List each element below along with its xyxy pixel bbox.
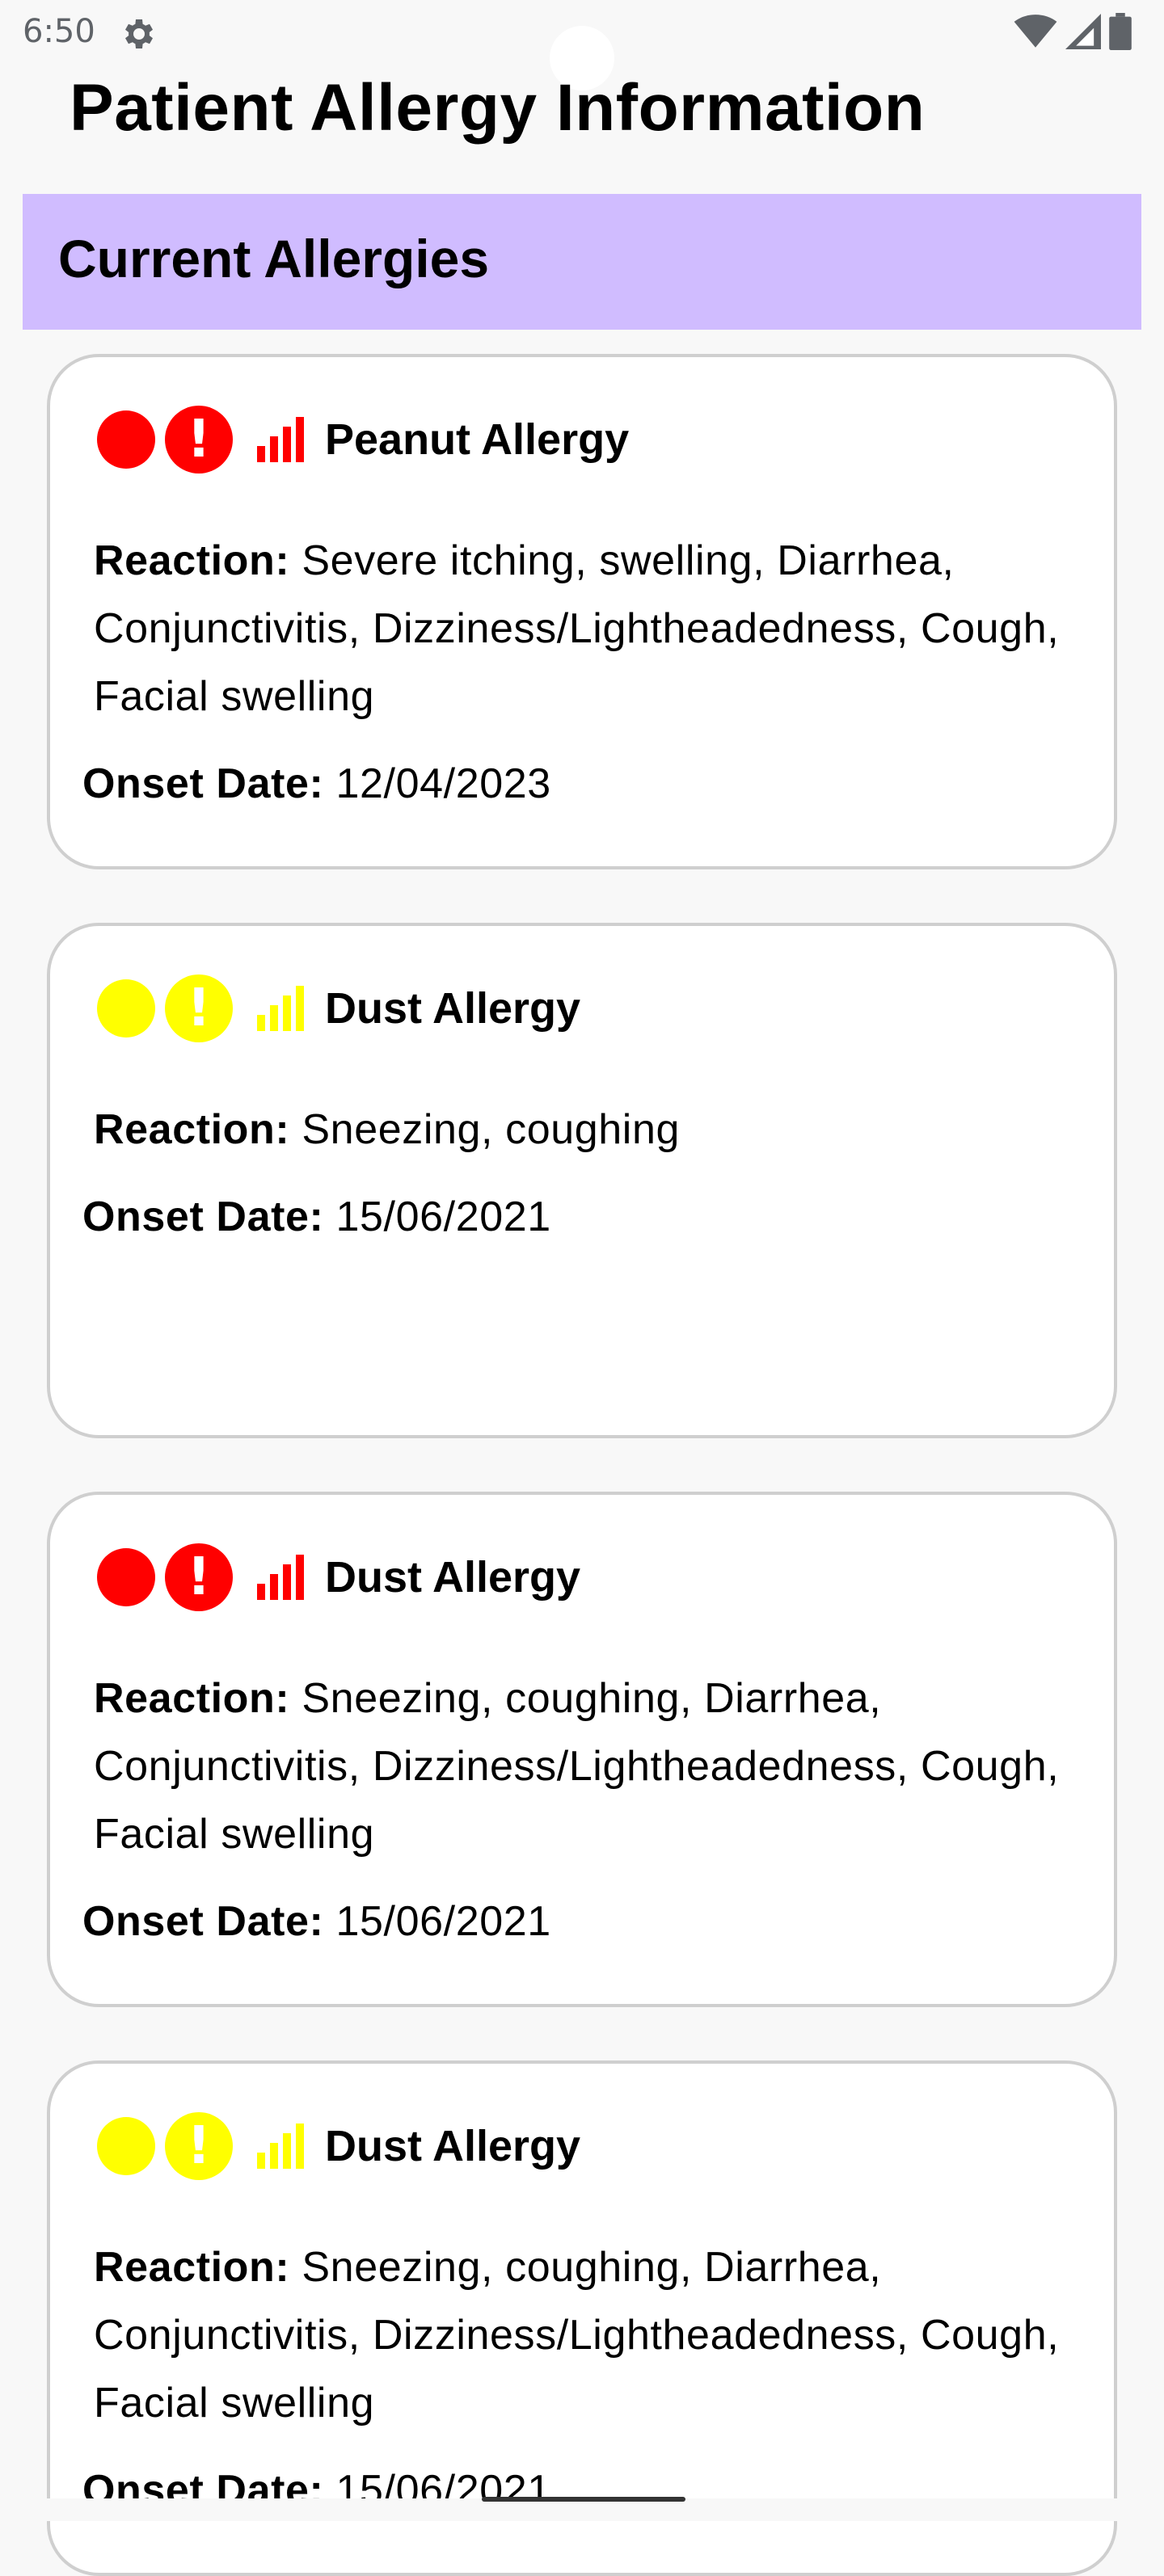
onset-value: 15/06/2021 <box>335 1898 551 1945</box>
battery-icon <box>1109 13 1132 50</box>
severity-bars-icon <box>257 986 304 1031</box>
allergy-card[interactable]: ! Dust Allergy Reaction: Sneezing, cough… <box>47 923 1117 1438</box>
reaction-label: Reaction: <box>94 537 290 584</box>
allergy-card-header: ! Dust Allergy <box>97 1543 580 1611</box>
bottom-edge <box>0 2498 1164 2521</box>
alert-icon: ! <box>165 406 233 474</box>
allergy-name: Dust Allergy <box>325 984 581 1033</box>
wifi-icon <box>1014 15 1057 48</box>
severity-dot-icon <box>97 2117 155 2175</box>
reaction-text: Reaction: Severe itching, swelling, Diar… <box>94 527 1080 730</box>
status-time: 6:50 <box>23 13 95 50</box>
settings-icon <box>125 19 153 48</box>
severity-dot-icon <box>97 979 155 1038</box>
severity-bars-icon <box>257 1555 304 1600</box>
onset-label: Onset Date: <box>82 1193 324 1240</box>
alert-icon: ! <box>165 2112 233 2180</box>
severity-bars-icon <box>257 2124 304 2169</box>
section-header-title: Current Allergies <box>58 229 490 288</box>
reaction-label: Reaction: <box>94 1675 290 1722</box>
allergy-card-header: ! Dust Allergy <box>97 2112 580 2180</box>
allergy-card[interactable]: ! Peanut Allergy Reaction: Severe itchin… <box>47 354 1117 869</box>
home-indicator[interactable] <box>482 2497 685 2502</box>
alert-icon: ! <box>165 974 233 1042</box>
onset-value: 12/04/2023 <box>335 760 551 807</box>
onset-value: 15/06/2021 <box>335 1193 551 1240</box>
allergy-card-header: ! Dust Allergy <box>97 974 580 1042</box>
severity-dot-icon <box>97 410 155 469</box>
onset-label: Onset Date: <box>82 760 324 807</box>
cellular-signal-icon <box>1065 14 1101 49</box>
allergy-card[interactable]: ! Dust Allergy Reaction: Sneezing, cough… <box>47 1492 1117 2007</box>
allergy-name: Peanut Allergy <box>325 415 630 464</box>
status-bar: 6:50 <box>0 0 1164 90</box>
reaction-value: Sneezing, coughing <box>302 1106 680 1153</box>
reaction-text: Reaction: Sneezing, coughing, Diarrhea, … <box>94 2233 1080 2437</box>
allergy-card-header: ! Peanut Allergy <box>97 406 629 474</box>
reaction-text: Reaction: Sneezing, coughing <box>94 1096 1080 1164</box>
reaction-label: Reaction: <box>94 2244 290 2291</box>
onset-date: Onset Date: 15/06/2021 <box>82 1193 551 1241</box>
reaction-text: Reaction: Sneezing, coughing, Diarrhea, … <box>94 1665 1080 1868</box>
severity-dot-icon <box>97 1548 155 1606</box>
alert-icon: ! <box>165 1543 233 1611</box>
status-icons <box>1014 13 1132 50</box>
reaction-label: Reaction: <box>94 1106 290 1153</box>
severity-bars-icon <box>257 417 304 462</box>
section-header: Current Allergies <box>23 194 1141 330</box>
allergy-name: Dust Allergy <box>325 1553 581 1602</box>
page-title: Patient Allergy Information <box>70 71 926 145</box>
onset-date: Onset Date: 15/06/2021 <box>82 1897 551 1946</box>
onset-label: Onset Date: <box>82 1898 324 1945</box>
onset-date: Onset Date: 12/04/2023 <box>82 760 551 808</box>
allergy-name: Dust Allergy <box>325 2122 581 2170</box>
